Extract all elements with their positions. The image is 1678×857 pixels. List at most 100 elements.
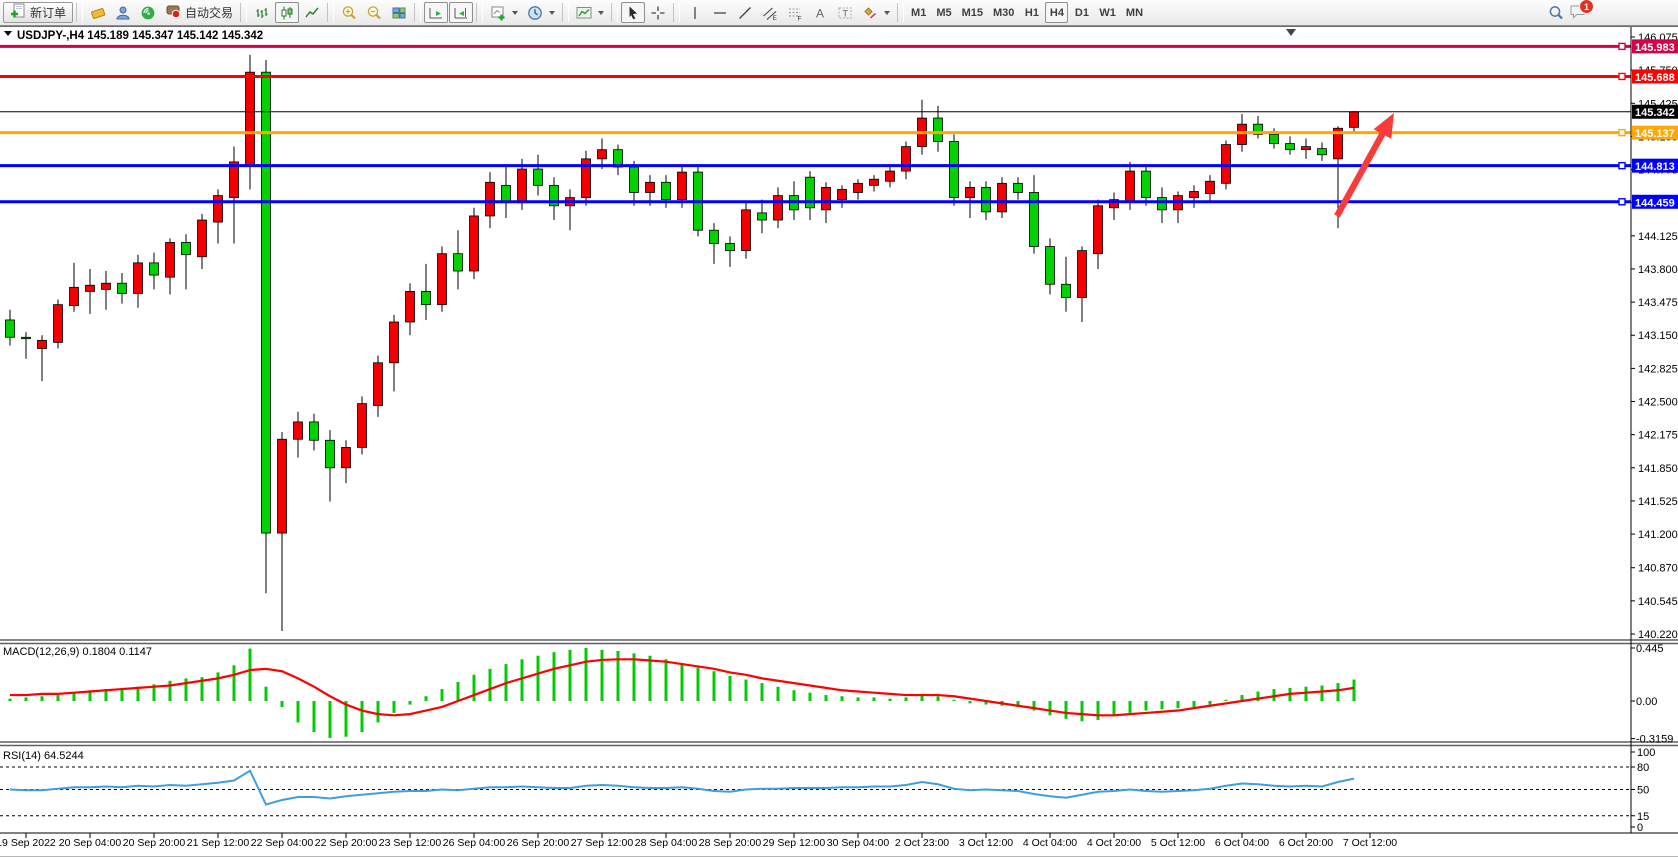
charts-profile-icon [90,5,106,21]
svg-text:6 Oct 20:00: 6 Oct 20:00 [1279,837,1333,849]
svg-text:145.137: 145.137 [1635,128,1675,140]
autotrading-button[interactable]: 自动交易 [161,2,237,23]
periods-dropdown[interactable] [523,2,559,23]
zoom-in-button[interactable] [337,2,361,23]
svg-text:6 Oct 04:00: 6 Oct 04:00 [1215,837,1269,849]
candlestick-chart-icon [279,5,295,21]
autotrading-icon [165,3,181,22]
svg-text:141.525: 141.525 [1638,496,1678,508]
svg-text:26 Sep 04:00: 26 Sep 04:00 [443,837,506,849]
price-tag: 144.813 [1632,159,1678,174]
svg-text:143.475: 143.475 [1638,297,1678,309]
svg-text:A: A [816,6,824,20]
auto-scroll-icon [428,5,444,21]
search-icon [1548,5,1564,21]
svg-text:5 Oct 12:00: 5 Oct 12:00 [1151,837,1205,849]
timeframe-button-m30[interactable]: M30 [989,2,1018,23]
svg-text:144.459: 144.459 [1635,197,1675,209]
svg-text:USDJPY-,H4 145.189 145.347 14: USDJPY-,H4 145.189 145.347 145.142 145.3… [17,30,263,42]
svg-text:27 Sep 12:00: 27 Sep 12:00 [571,837,634,849]
svg-text:144.813: 144.813 [1635,161,1675,173]
candlestick-chart-button[interactable] [275,2,299,23]
svg-text:23 Sep 12:00: 23 Sep 12:00 [379,837,442,849]
svg-text:26 Sep 20:00: 26 Sep 20:00 [507,837,570,849]
chart-shift-button[interactable] [449,2,473,23]
vertical-line-button[interactable] [683,2,707,23]
signals-icon [140,5,156,21]
bar-chart-button[interactable] [250,2,274,23]
price-tag: 144.459 [1632,195,1678,210]
crosshair-button[interactable] [646,2,670,23]
indicators-icon [576,5,592,21]
svg-text:143.800: 143.800 [1638,264,1678,276]
new-chart-dropdown[interactable] [486,2,522,23]
svg-text:-0.3159: -0.3159 [1636,734,1673,746]
label-button[interactable]: T [833,2,857,23]
new-order-label: 新订单 [30,4,66,21]
text-button[interactable]: A [808,2,832,23]
svg-text:2 Oct 23:00: 2 Oct 23:00 [895,837,949,849]
cursor-icon [625,5,641,21]
notification-badge: 1 [1579,0,1594,14]
chart-canvas[interactable]: MACD(12,26,9) 0.1804 0.1147RSI(14) 64.52… [0,26,1678,851]
charts-profile-button[interactable] [86,2,110,23]
new-order-icon [10,3,26,22]
svg-text:3 Oct 12:00: 3 Oct 12:00 [959,837,1013,849]
svg-text:143.150: 143.150 [1638,330,1678,342]
line-chart-button[interactable] [300,2,324,23]
indicators-dropdown[interactable] [572,2,608,23]
zoom-in-icon [341,5,357,21]
clock-icon [527,5,543,21]
timeframe-button-m5[interactable]: M5 [932,2,955,23]
toolbar-separator [76,3,83,22]
toolbar-separator [414,3,421,22]
rsi-label: RSI(14) 64.5244 [3,750,84,762]
cursor-button[interactable] [621,2,645,23]
svg-text:100: 100 [1637,747,1655,759]
toolbar: 新订单 自动交易 E F A T [0,0,1678,26]
timeframe-button-d1[interactable]: D1 [1070,2,1093,23]
chevron-down-icon [549,11,555,15]
new-order-button[interactable]: 新订单 [3,2,73,23]
svg-text:F: F [798,15,802,21]
chevron-down-icon [512,11,518,15]
svg-text:140.870: 140.870 [1638,563,1678,575]
chevron-down-icon [884,11,890,15]
shapes-icon [862,5,878,21]
svg-text:0: 0 [1637,822,1643,834]
svg-text:E: E [773,15,778,21]
fibonacci-button[interactable]: F [783,2,807,23]
tile-windows-button[interactable] [387,2,411,23]
chat-button[interactable]: 1 [1569,3,1587,22]
fibonacci-icon: F [787,5,803,21]
svg-text:145.342: 145.342 [1635,107,1675,119]
price-tag: 145.983 [1632,39,1678,54]
chart-shift-icon [453,5,469,21]
svg-text:29 Sep 12:00: 29 Sep 12:00 [763,837,826,849]
metaeditor-button[interactable] [111,2,135,23]
timeframe-button-m1[interactable]: M1 [907,2,930,23]
mt4-window: 新订单 自动交易 E F A T [0,0,1678,857]
price-tag: 145.137 [1632,126,1678,141]
svg-text:142.500: 142.500 [1638,397,1678,409]
vertical-line-icon [687,5,703,21]
signals-button[interactable] [136,2,160,23]
horizontal-line-button[interactable] [708,2,732,23]
symbol-title: USDJPY-,H4 145.189 145.347 145.142 145.3… [4,30,263,42]
bar-chart-icon [254,5,270,21]
shapes-dropdown[interactable] [858,2,894,23]
timeframe-button-h4[interactable]: H4 [1045,2,1068,23]
timeframe-button-m15[interactable]: M15 [958,2,987,23]
timeframe-button-mn[interactable]: MN [1122,2,1147,23]
timeframe-button-w1[interactable]: W1 [1095,2,1120,23]
toolbar-separator [673,3,680,22]
svg-text:T: T [843,8,849,18]
zoom-out-button[interactable] [362,2,386,23]
auto-scroll-button[interactable] [424,2,448,23]
timeframe-button-h1[interactable]: H1 [1020,2,1043,23]
channel-button[interactable]: E [758,2,782,23]
search-button[interactable] [1544,2,1568,23]
svg-text:0.00: 0.00 [1636,696,1657,708]
trendline-button[interactable] [733,2,757,23]
svg-text:144.125: 144.125 [1638,231,1678,243]
